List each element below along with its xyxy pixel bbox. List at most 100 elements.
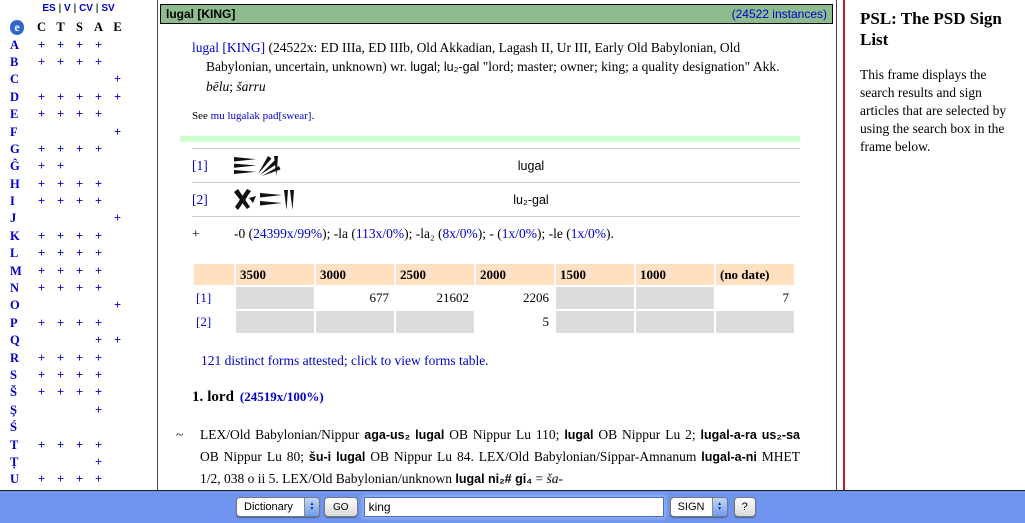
letter-section-link[interactable]: + [89, 245, 108, 262]
letter-section-link[interactable]: + [70, 436, 89, 453]
letter-link-s[interactable]: S [10, 367, 32, 384]
letter-section-link[interactable]: + [32, 280, 51, 297]
inline-link[interactable]: 8x/0% [443, 226, 478, 241]
letter-section-link[interactable]: + [51, 89, 70, 106]
letter-section-link[interactable]: + [32, 193, 51, 210]
see-also-link[interactable]: mu lugalak pad[swear] [211, 110, 312, 122]
letter-link-i[interactable]: I [10, 193, 32, 210]
letter-link-š[interactable]: Š [10, 384, 32, 401]
letter-section-link[interactable]: + [51, 141, 70, 158]
letter-link-n[interactable]: N [10, 280, 32, 297]
letter-link-p[interactable]: P [10, 315, 32, 332]
letter-section-link[interactable]: + [51, 315, 70, 332]
letter-section-link[interactable]: + [51, 367, 70, 384]
letter-section-link[interactable]: + [70, 89, 89, 106]
letter-section-link[interactable]: + [70, 54, 89, 71]
letter-link-l[interactable]: L [10, 245, 32, 262]
letter-link-a[interactable]: A [10, 36, 32, 53]
letter-section-link[interactable]: + [89, 89, 108, 106]
letter-link-o[interactable]: O [10, 297, 32, 314]
inline-link[interactable]: 24399x/99% [253, 226, 322, 241]
letter-link-k[interactable]: K [10, 228, 32, 245]
letter-section-link[interactable]: + [32, 106, 51, 123]
letter-section-link[interactable]: + [32, 349, 51, 366]
letter-section-link[interactable]: + [32, 245, 51, 262]
letter-section-link[interactable]: + [70, 141, 89, 158]
letter-section-link[interactable]: + [70, 367, 89, 384]
letter-section-link[interactable]: + [108, 89, 127, 106]
letter-section-link[interactable]: + [51, 262, 70, 279]
letter-section-link[interactable]: + [70, 106, 89, 123]
letter-section-link[interactable]: + [32, 262, 51, 279]
letter-section-link[interactable]: + [51, 54, 70, 71]
letter-link-c[interactable]: C [10, 71, 32, 88]
letter-section-link[interactable]: + [89, 384, 108, 401]
letter-section-link[interactable]: + [70, 176, 89, 193]
letter-section-link[interactable]: + [89, 454, 108, 471]
top-link-es[interactable]: ES [42, 3, 55, 14]
letter-link-e[interactable]: E [10, 106, 32, 123]
letter-link-g[interactable]: G [10, 141, 32, 158]
letter-section-link[interactable]: + [70, 262, 89, 279]
letter-section-link[interactable]: + [89, 367, 108, 384]
letter-section-link[interactable]: + [108, 123, 127, 140]
letter-section-link[interactable]: + [32, 158, 51, 175]
letter-section-link[interactable]: + [51, 245, 70, 262]
letter-section-link[interactable]: + [51, 349, 70, 366]
letter-section-link[interactable]: + [32, 384, 51, 401]
letter-section-link[interactable]: + [51, 158, 70, 175]
help-button[interactable]: ? [734, 497, 756, 517]
letter-section-link[interactable]: + [89, 332, 108, 349]
search-input[interactable] [364, 497, 664, 517]
top-link-cv[interactable]: CV [79, 3, 93, 14]
letter-section-link[interactable]: + [32, 436, 51, 453]
letter-link-f[interactable]: F [10, 123, 32, 140]
letter-link-t[interactable]: T [10, 436, 32, 453]
letter-link-b[interactable]: B [10, 54, 32, 71]
letter-section-link[interactable]: + [70, 280, 89, 297]
go-button[interactable]: GO [324, 497, 358, 517]
letter-section-link[interactable]: + [70, 384, 89, 401]
letter-section-link[interactable]: + [70, 36, 89, 53]
letter-section-link[interactable]: + [32, 176, 51, 193]
letter-section-link[interactable]: + [51, 436, 70, 453]
forms-table-link[interactable]: 121 distinct forms attested; click to vi… [201, 353, 800, 369]
letter-section-link[interactable]: + [108, 332, 127, 349]
letter-section-link[interactable]: + [32, 228, 51, 245]
letter-section-link[interactable]: + [89, 315, 108, 332]
letter-section-link[interactable]: + [70, 228, 89, 245]
letter-link-ş[interactable]: Ş [10, 402, 32, 419]
letter-section-link[interactable]: + [108, 210, 127, 227]
letter-section-link[interactable]: + [70, 471, 89, 488]
letter-section-link[interactable]: + [51, 384, 70, 401]
letter-section-link[interactable]: + [70, 315, 89, 332]
letter-section-link[interactable]: + [89, 471, 108, 488]
letter-section-link[interactable]: + [51, 106, 70, 123]
letter-section-link[interactable]: + [89, 280, 108, 297]
letter-section-link[interactable]: + [32, 54, 51, 71]
letter-section-link[interactable]: + [51, 280, 70, 297]
letter-link-d[interactable]: D [10, 89, 32, 106]
sign-select[interactable]: SIGN ▲▼ [670, 497, 728, 517]
letter-section-link[interactable]: + [70, 245, 89, 262]
date-row-label-link[interactable]: [1] [194, 287, 234, 309]
letter-section-link[interactable]: + [51, 228, 70, 245]
epsd-logo-icon[interactable]: e [10, 20, 24, 35]
inline-link[interactable]: lugal [KING] [192, 40, 265, 55]
instances-count-link[interactable]: (24522 instances) [732, 7, 827, 21]
letter-section-link[interactable]: + [32, 141, 51, 158]
letter-section-link[interactable]: + [32, 367, 51, 384]
letter-section-link[interactable]: + [89, 54, 108, 71]
letter-link-q[interactable]: Q [10, 332, 32, 349]
letter-section-link[interactable]: + [108, 71, 127, 88]
letter-section-link[interactable]: + [89, 228, 108, 245]
letter-section-link[interactable]: + [32, 315, 51, 332]
letter-link-m[interactable]: M [10, 262, 32, 279]
letter-link-r[interactable]: R [10, 349, 32, 366]
letter-section-link[interactable]: + [89, 193, 108, 210]
letter-section-link[interactable]: + [32, 36, 51, 53]
letter-section-link[interactable]: + [51, 193, 70, 210]
letter-link-h[interactable]: H [10, 176, 32, 193]
letter-section-link[interactable]: + [32, 89, 51, 106]
letter-section-link[interactable]: + [51, 176, 70, 193]
